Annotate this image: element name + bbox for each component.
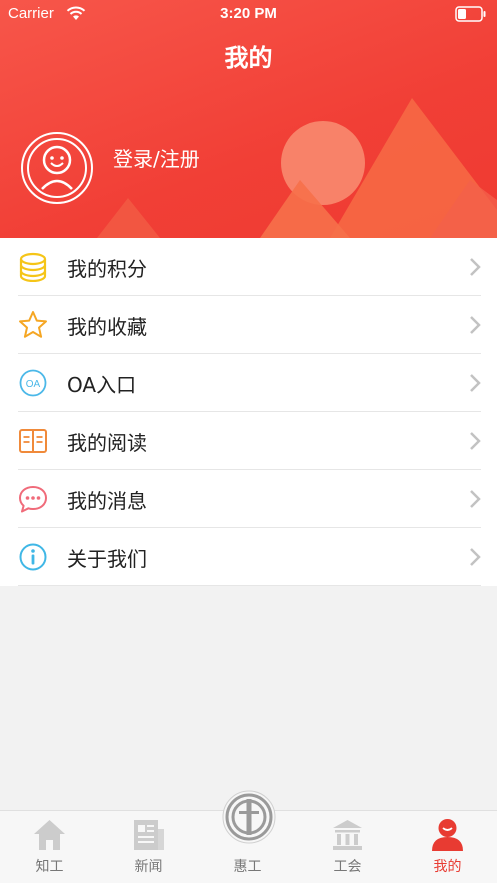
menu-item-reading[interactable]: 我的阅读 <box>0 412 497 470</box>
login-register-link[interactable]: 登录/注册 <box>113 143 200 172</box>
oa-icon: OA <box>19 369 47 397</box>
coins-icon <box>19 252 47 282</box>
tab-label: 知工 <box>35 859 64 875</box>
union-emblem-icon[interactable] <box>222 790 276 844</box>
chevron-right-icon <box>470 258 481 276</box>
menu-item-messages[interactable]: 我的消息 <box>0 470 497 528</box>
chat-bubble-icon <box>19 486 47 513</box>
battery-icon <box>455 6 486 22</box>
chevron-right-icon <box>470 548 481 566</box>
user-icon <box>432 819 463 851</box>
tab-label: 新闻 <box>134 859 163 875</box>
info-icon <box>19 543 47 571</box>
divider <box>18 585 481 586</box>
menu-label: OA入口 <box>67 373 137 397</box>
menu-label: 我的积分 <box>67 257 147 281</box>
book-icon <box>19 429 47 453</box>
institution-icon <box>333 820 362 850</box>
tab-zhigong[interactable]: 知工 <box>0 811 99 883</box>
profile-header: Carrier 3:20 PM 我的 登录/注册 <box>0 0 497 238</box>
menu-item-oa[interactable]: OA OA入口 <box>0 354 497 412</box>
oa-icon-text: OA <box>26 379 41 390</box>
menu-label: 关于我们 <box>67 547 147 571</box>
tab-mine[interactable]: 我的 <box>398 811 497 883</box>
chevron-right-icon <box>470 432 481 450</box>
chevron-right-icon <box>470 490 481 508</box>
menu-label: 我的消息 <box>67 489 147 513</box>
chevron-right-icon <box>470 374 481 392</box>
tab-label: 工会 <box>333 859 362 875</box>
menu-item-favorites[interactable]: 我的收藏 <box>0 296 497 354</box>
menu-item-points[interactable]: 我的积分 <box>0 238 497 296</box>
status-time: 3:20 PM <box>220 5 277 22</box>
star-icon <box>19 311 47 338</box>
menu-label: 我的收藏 <box>67 315 147 339</box>
tab-label: 我的 <box>433 859 462 875</box>
chevron-right-icon <box>470 316 481 334</box>
tab-union[interactable]: 工会 <box>298 811 397 883</box>
newspaper-icon <box>134 820 164 850</box>
tab-news[interactable]: 新闻 <box>99 811 198 883</box>
tab-label: 惠工 <box>233 859 262 875</box>
menu-label: 我的阅读 <box>67 431 147 455</box>
profile-menu-list: 我的积分 我的收藏 OA OA入口 我的阅读 我的消息 关于我们 <box>0 238 497 586</box>
home-icon <box>34 820 65 850</box>
status-bar: Carrier 3:20 PM <box>0 0 497 28</box>
menu-item-about[interactable]: 关于我们 <box>0 528 497 586</box>
avatar-icon[interactable] <box>20 131 94 205</box>
page-title: 我的 <box>224 44 273 72</box>
